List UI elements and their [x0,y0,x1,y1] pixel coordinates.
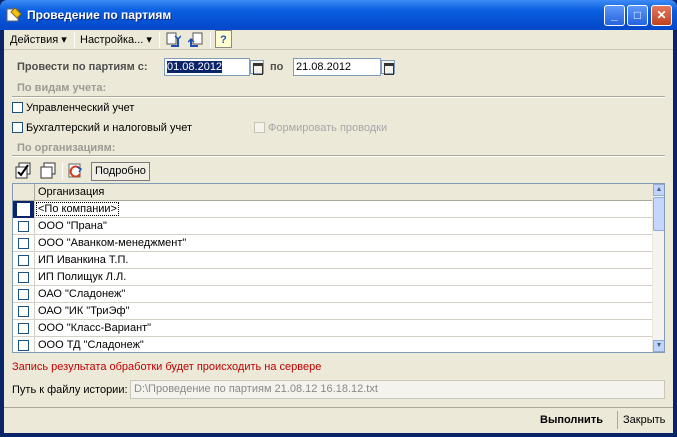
details-toggle-button[interactable]: Подробно [91,162,150,181]
org-name: ОАО "ИК "ТриЭф" [38,305,130,317]
row-checkbox[interactable] [18,272,29,283]
title-bar[interactable]: Проведение по партиям _ □ ✕ [0,0,677,30]
scroll-down-icon[interactable]: ▼ [653,340,664,352]
row-checkbox[interactable] [18,221,29,232]
table-row[interactable]: ООО "Класс-Вариант" [13,320,653,337]
row-checkbox[interactable] [17,203,30,216]
table-header-checkbox-column[interactable] [13,184,35,201]
orgs-section-title: По организациям: [17,142,116,154]
table-row[interactable]: ИП Полищук Л.Л. [13,269,653,286]
dialog-window: Проведение по партиям _ □ ✕ Действия ▾ Н… [0,0,677,437]
minimize-button[interactable]: _ [604,5,625,26]
organizations-table[interactable]: Организация <По компании> ООО "Прана" ОО… [12,183,665,353]
mgmt-accounting-checkbox[interactable] [12,102,23,113]
help-icon: ? [220,34,227,46]
toolbar-separator [74,32,75,48]
dropdown-arrow-icon: ▾ [61,34,67,46]
vertical-scrollbar[interactable]: ▲ ▼ [652,184,664,352]
calendar-icon[interactable] [381,60,395,75]
org-name: ООО "Класс-Вариант" [38,322,152,334]
toolbar: Действия ▾ Настройка... ▾ ? [4,30,673,50]
actions-menu-button[interactable]: Действия ▾ [7,31,70,49]
close-window-button[interactable]: ✕ [651,5,672,26]
table-header: Организация [13,184,653,201]
row-checkbox[interactable] [18,255,29,266]
row-checkbox[interactable] [18,323,29,334]
table-row[interactable]: ООО "Прана" [13,218,653,235]
toolbar-separator [62,163,63,179]
table-row[interactable]: ООО ТД "Сладонеж" [13,337,653,352]
history-path-label: Путь к файлу истории: [12,384,128,396]
to-label: по [270,61,284,73]
dropdown-arrow-icon: ▾ [146,34,152,46]
toolbar-separator [159,32,160,48]
table-header-organization[interactable]: Организация [38,186,104,198]
section-divider [12,96,665,98]
fin-accounting-label: Бухгалтерский и налоговый учет [26,122,193,134]
accounting-section-title: По видам учета: [17,82,107,94]
date-to-field[interactable]: 21.08.2012 [293,58,381,76]
mgmt-accounting-label: Управленческий учет [26,102,135,114]
server-note: Запись результата обработки будет происх… [12,361,322,373]
scroll-up-icon[interactable]: ▲ [653,184,664,196]
calendar-icon[interactable] [250,60,264,75]
dialog-body: Действия ▾ Настройка... ▾ ? Провести по … [4,30,673,433]
table-row[interactable]: ОАО "Сладонеж" [13,286,653,303]
table-row[interactable]: ООО "Аванком-менеджмент" [13,235,653,252]
save-values-icon[interactable] [188,32,204,48]
row-checkbox[interactable] [18,340,29,351]
maximize-button[interactable]: □ [627,5,648,26]
restore-values-icon[interactable] [165,32,181,48]
row-checkbox[interactable] [18,289,29,300]
org-name: ОАО "Сладонеж" [38,288,126,300]
org-name: ООО "Аванком-менеджмент" [38,237,187,249]
date-from-field[interactable]: 01.08.2012 [164,58,250,76]
window-title: Проведение по партиям [27,8,172,22]
period-label: Провести по партиям с: [17,61,148,73]
section-divider [12,155,665,157]
make-entries-checkbox[interactable] [254,122,265,133]
refresh-icon[interactable] [68,163,84,179]
toolbar-separator [210,32,211,48]
help-button[interactable]: ? [215,30,232,48]
org-name: ИП Иванкина Т.П. [38,254,129,266]
org-name: ООО ТД "Сладонеж" [38,339,144,351]
fin-accounting-checkbox[interactable] [12,122,23,133]
org-name: ООО "Прана" [38,220,107,232]
history-path-field[interactable]: D:\Проведение по партиям 21.08.12 16.18.… [130,380,665,399]
table-row[interactable]: ОАО "ИК "ТриЭф" [13,303,653,320]
button-separator [617,411,618,429]
row-checkbox[interactable] [18,306,29,317]
execute-button[interactable]: Выполнить [540,414,603,426]
check-all-icon[interactable] [14,162,32,180]
app-icon [6,7,22,22]
row-checkbox[interactable] [18,238,29,249]
org-name: ИП Полищук Л.Л. [38,271,127,283]
scroll-thumb[interactable] [653,197,664,231]
uncheck-all-icon[interactable] [39,162,57,180]
make-entries-label: Формировать проводки [268,122,388,134]
close-button[interactable]: Закрыть [623,414,665,426]
table-row[interactable]: ИП Иванкина Т.П. [13,252,653,269]
settings-menu-button[interactable]: Настройка... ▾ [77,31,155,49]
table-row[interactable]: <По компании> [13,201,653,218]
org-name: <По компании> [36,202,119,216]
